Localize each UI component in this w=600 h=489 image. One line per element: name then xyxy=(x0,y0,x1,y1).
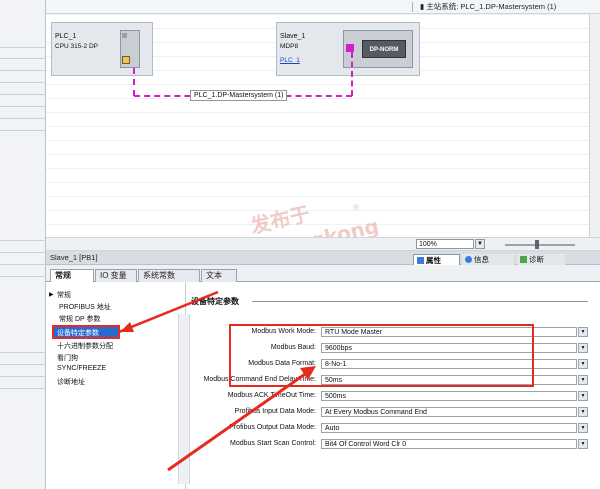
annotation-nav-box xyxy=(52,325,120,339)
arrowhead-icon xyxy=(120,322,134,332)
annotation-arrow xyxy=(118,290,219,334)
arrowhead-icon xyxy=(300,366,316,380)
annotation-arrows xyxy=(52,290,316,472)
annotation-arrow xyxy=(167,370,309,472)
